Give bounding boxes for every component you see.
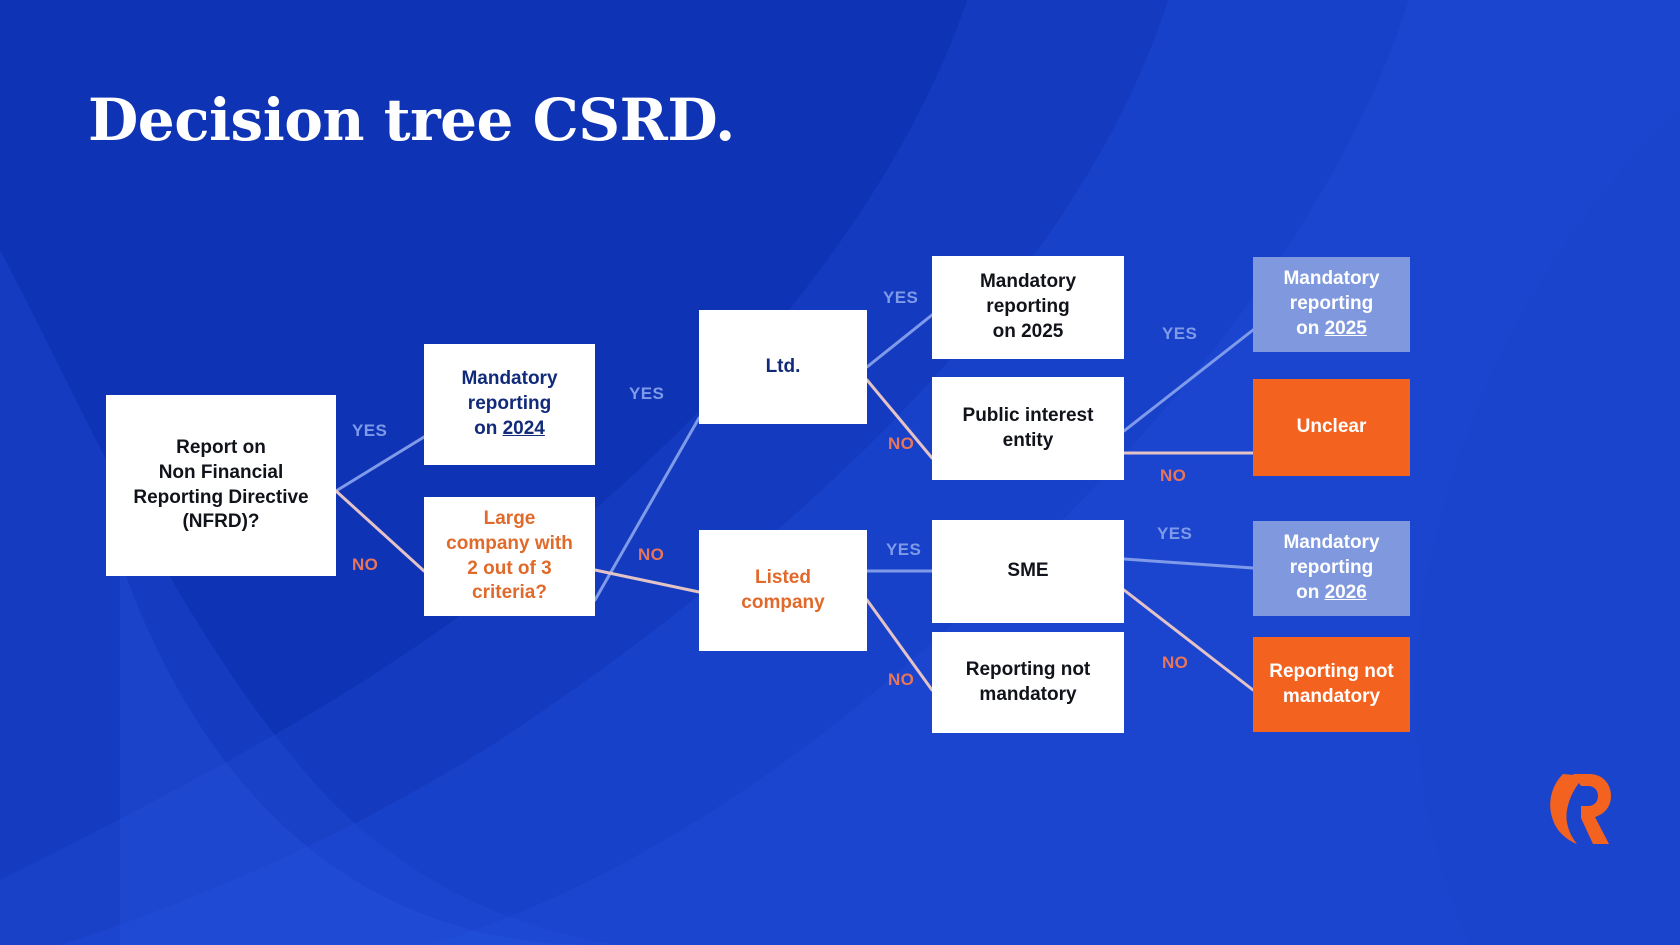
node-label: Large company with 2 out of 3 criteria? bbox=[446, 507, 573, 606]
node-label-line: Reporting not bbox=[965, 658, 1091, 680]
node-label-year: 2024 bbox=[502, 417, 545, 439]
node-result-mandatory-reporting-2026[interactable]: Mandatory reporting on 2026 bbox=[1253, 521, 1410, 616]
node-public-interest-entity[interactable]: Public interest entity bbox=[932, 377, 1124, 480]
node-label-line: mandatory bbox=[979, 683, 1077, 705]
node-label-line: on 2024 bbox=[474, 417, 545, 439]
node-result-mandatory-reporting-2025[interactable]: Mandatory reporting on 2025 bbox=[1253, 257, 1410, 352]
node-label-year: 2025 bbox=[1324, 317, 1367, 339]
edge-sme-yes-to-result-2026 bbox=[1122, 557, 1255, 570]
node-label: Mandatory reporting on 2025 bbox=[1283, 267, 1379, 341]
node-mandatory-reporting-2025[interactable]: Mandatory reporting on 2025 bbox=[932, 256, 1124, 359]
edge-label-no-ltd: NO bbox=[888, 434, 915, 453]
node-sme[interactable]: SME bbox=[932, 520, 1124, 623]
edge-nfrd-yes-to-2024 bbox=[334, 435, 426, 493]
node-label-line: Mandatory bbox=[979, 271, 1077, 293]
node-label: Ltd. bbox=[766, 355, 801, 380]
node-result-unclear[interactable]: Unclear bbox=[1253, 379, 1410, 476]
node-label-line: Ltd. bbox=[765, 355, 801, 377]
node-label: Report on Non Financial Reporting Directiv… bbox=[133, 436, 308, 535]
edge-label-no-sme: NO bbox=[1162, 653, 1189, 672]
edge-pie-yes-to-result-2025 bbox=[1122, 328, 1255, 433]
edge-label-yes-large-company: YES bbox=[629, 384, 665, 403]
node-label-line: SME bbox=[1007, 560, 1049, 582]
node-label-line: reporting bbox=[467, 393, 552, 415]
edge-label-yes-ltd: YES bbox=[883, 288, 919, 307]
node-label-line: Reporting Directive bbox=[133, 486, 309, 508]
edge-label-yes-listed-company: YES bbox=[886, 540, 922, 559]
edge-label-no-large-company: NO bbox=[638, 545, 665, 564]
node-label-line: company bbox=[741, 591, 825, 613]
node-listed-company[interactable]: Listed company bbox=[699, 530, 867, 651]
edge-ltd-yes-to-2025 bbox=[865, 313, 934, 369]
node-label: Mandatory reporting on 2026 bbox=[1283, 531, 1379, 605]
node-label: Unclear bbox=[1297, 415, 1367, 440]
company-logo bbox=[1550, 774, 1611, 844]
node-label-line: criteria? bbox=[472, 582, 547, 604]
edge-nfrd-no-to-large-company bbox=[334, 489, 426, 573]
edge-label-no-public-interest: NO bbox=[1160, 466, 1187, 485]
node-label-line: on 2025 bbox=[1296, 317, 1367, 339]
node-label: Listed company bbox=[741, 566, 824, 615]
edge-label-yes-sme: YES bbox=[1157, 524, 1193, 543]
node-label-line: Unclear bbox=[1296, 416, 1367, 438]
node-large-company-criteria[interactable]: Large company with 2 out of 3 criteria? bbox=[424, 497, 595, 616]
page-title: Decision tree CSRD. bbox=[88, 86, 735, 154]
edge-label-no-nfrd: NO bbox=[352, 555, 379, 574]
node-label: Reporting not mandatory bbox=[966, 658, 1091, 707]
node-mandatory-reporting-2024[interactable]: Mandatory reporting on 2024 bbox=[424, 344, 595, 465]
node-label: Public interest entity bbox=[963, 404, 1094, 453]
node-label-line: (NFRD)? bbox=[182, 511, 260, 533]
node-label-line: reporting bbox=[1289, 557, 1374, 579]
node-label-line: entity bbox=[1002, 429, 1054, 451]
node-reporting-not-mandatory-white[interactable]: Reporting not mandatory bbox=[932, 632, 1124, 733]
node-label-line: Mandatory bbox=[461, 368, 558, 390]
node-label-line: reporting bbox=[986, 296, 1070, 318]
node-result-reporting-not-mandatory[interactable]: Reporting not mandatory bbox=[1253, 637, 1410, 732]
edge-large-no-to-listed bbox=[593, 568, 701, 594]
node-label-line: Large bbox=[483, 508, 536, 530]
node-label-line: Non Financial bbox=[158, 461, 284, 483]
node-label: SME bbox=[1007, 559, 1048, 584]
node-label-line: Listed bbox=[755, 566, 811, 588]
slide-canvas: Decision tree CSRD. Report on Non Financi… bbox=[0, 0, 1680, 945]
node-label: Mandatory reporting on 2025 bbox=[980, 270, 1076, 344]
node-label-year: 2026 bbox=[1324, 581, 1367, 603]
node-ltd[interactable]: Ltd. bbox=[699, 310, 867, 424]
node-label-line: mandatory bbox=[1282, 685, 1381, 707]
node-label-line: on 2025 bbox=[992, 320, 1064, 342]
edge-label-yes-nfrd: YES bbox=[352, 421, 388, 440]
node-label: Mandatory reporting on 2024 bbox=[461, 367, 557, 441]
node-label-line: Reporting not bbox=[1269, 660, 1394, 682]
edge-large-yes-to-ltd bbox=[593, 416, 701, 602]
edge-sme-no-to-not-mandatory bbox=[1122, 588, 1255, 692]
node-nfrd-question[interactable]: Report on Non Financial Reporting Directiv… bbox=[106, 395, 336, 576]
node-label-line: reporting bbox=[1289, 293, 1374, 315]
node-label-line: on 2026 bbox=[1296, 581, 1367, 603]
node-label-line: Mandatory bbox=[1283, 268, 1380, 290]
edge-label-yes-public-interest: YES bbox=[1162, 324, 1198, 343]
node-label-line: Public interest bbox=[962, 404, 1094, 426]
node-label-line: 2 out of 3 bbox=[467, 557, 552, 579]
edge-label-no-listed-company: NO bbox=[888, 670, 915, 689]
node-label-line: Mandatory bbox=[1283, 532, 1380, 554]
node-label-line: Report on bbox=[176, 437, 266, 459]
node-label-line: company with bbox=[446, 532, 573, 554]
node-label: Reporting not mandatory bbox=[1269, 660, 1394, 709]
